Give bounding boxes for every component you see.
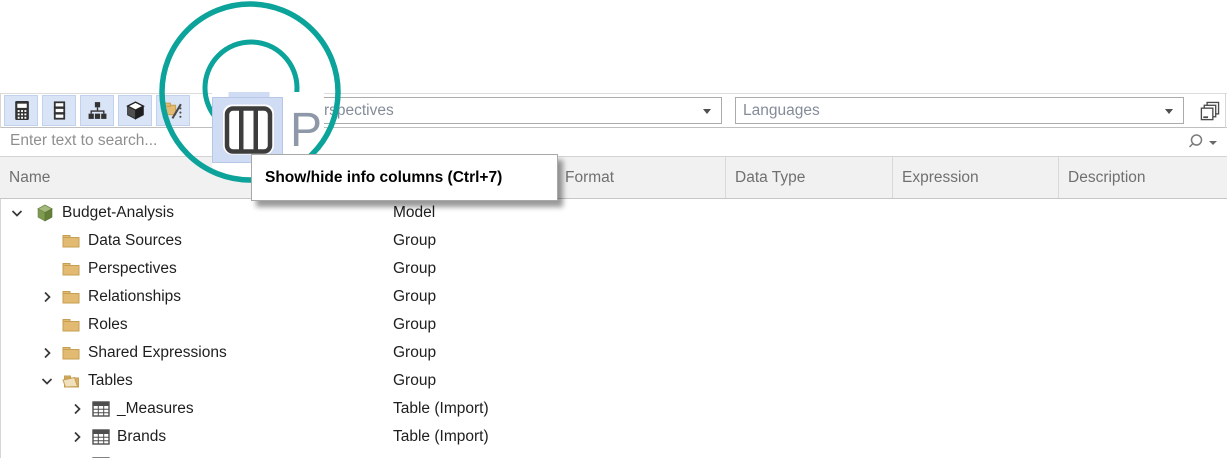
filter-view-button[interactable] <box>156 95 190 126</box>
languages-combobox[interactable]: Languages <box>735 97 1184 124</box>
divider <box>0 93 1227 94</box>
tooltip-text: Show/hide info columns (Ctrl+7) <box>265 169 502 187</box>
columns-view-button[interactable] <box>42 95 76 126</box>
perspectives-combobox-value: Perspectives <box>305 102 394 119</box>
column-header-description[interactable]: Description <box>1058 157 1227 198</box>
expander-icon[interactable] <box>68 400 86 418</box>
object-name: Data Sources <box>88 232 182 250</box>
table-row[interactable] <box>0 451 1227 458</box>
partitions-view-button[interactable] <box>118 95 152 126</box>
column-header-format[interactable]: Format <box>555 157 725 198</box>
object-icon <box>62 316 80 334</box>
languages-combobox-value: Languages <box>743 102 820 119</box>
object-name: Tables <box>88 372 133 390</box>
search-input[interactable] <box>8 131 912 151</box>
search-row <box>0 128 1227 156</box>
rows-stack-icon <box>49 100 70 121</box>
object-type-cell: Group <box>393 260 436 278</box>
object-icon <box>62 288 80 306</box>
table-row[interactable]: Perspectives Group <box>0 255 1227 283</box>
object-type-cell: Group <box>393 288 436 306</box>
perspectives-combobox[interactable]: Perspectives <box>297 97 722 124</box>
table-row[interactable]: Roles Group <box>0 311 1227 339</box>
object-type-cell: Group <box>393 344 436 362</box>
object-name: Relationships <box>88 288 181 306</box>
measures-view-button[interactable] <box>4 95 38 126</box>
folder-filter-icon <box>163 100 184 121</box>
object-type-cell: Group <box>393 316 436 334</box>
object-icon <box>62 232 80 250</box>
cascade-windows-icon <box>1199 101 1220 122</box>
annotation-inner-circle <box>205 42 297 134</box>
model-tree: Budget-Analysis Model Data Sources Group… <box>0 199 1227 458</box>
object-type-cell: Table (Import) <box>393 400 489 418</box>
tabular-editor-window: Perspectives Languages NameFormatData Ty… <box>0 0 1227 458</box>
expander-icon[interactable] <box>68 428 86 446</box>
magnifier-icon[interactable] <box>1186 133 1204 151</box>
chevron-down-icon[interactable] <box>1165 109 1173 114</box>
expander-icon[interactable] <box>38 344 56 362</box>
object-name: Perspectives <box>88 260 177 278</box>
object-name: Shared Expressions <box>88 344 227 362</box>
object-icon <box>62 344 80 362</box>
object-icon <box>62 372 80 390</box>
expander-icon[interactable] <box>38 288 56 306</box>
table-row[interactable]: Relationships Group <box>0 283 1227 311</box>
grid-header: NameFormatData TypeExpressionDescription <box>0 157 1227 199</box>
object-name: _Measures <box>117 400 194 418</box>
object-name: Brands <box>117 428 166 446</box>
chevron-down-icon[interactable] <box>703 109 711 114</box>
table-row[interactable]: Tables Group <box>0 367 1227 395</box>
table-row[interactable]: _Measures Table (Import) <box>0 395 1227 423</box>
calculator-icon <box>11 100 32 121</box>
object-type-cell: Table (Import) <box>393 428 489 446</box>
object-icon <box>62 260 80 278</box>
object-type-cell: Model <box>393 204 435 222</box>
cascade-windows-button[interactable] <box>1196 98 1223 124</box>
object-type-cell: Group <box>393 372 436 390</box>
object-icon <box>92 428 110 446</box>
table-row[interactable]: Brands Table (Import) <box>0 423 1227 451</box>
table-row[interactable]: Shared Expressions Group <box>0 339 1227 367</box>
object-name: Roles <box>88 316 128 334</box>
object-icon <box>92 400 110 418</box>
expander-icon[interactable] <box>8 204 26 222</box>
table-row[interactable]: Budget-Analysis Model <box>0 199 1227 227</box>
expander-icon[interactable] <box>38 372 56 390</box>
cube-icon <box>125 100 146 121</box>
object-name: Budget-Analysis <box>62 204 174 222</box>
object-icon <box>36 204 54 222</box>
column-header-expression[interactable]: Expression <box>892 157 1058 198</box>
hierarchy-icon <box>87 100 108 121</box>
tooltip: Show/hide info columns (Ctrl+7) <box>251 154 558 201</box>
table-row[interactable]: Data Sources Group <box>0 227 1227 255</box>
search-options-chevron-icon[interactable] <box>1209 141 1217 145</box>
hierarchies-view-button[interactable] <box>80 95 114 126</box>
object-type-cell: Group <box>393 232 436 250</box>
column-header-data-type[interactable]: Data Type <box>725 157 892 198</box>
